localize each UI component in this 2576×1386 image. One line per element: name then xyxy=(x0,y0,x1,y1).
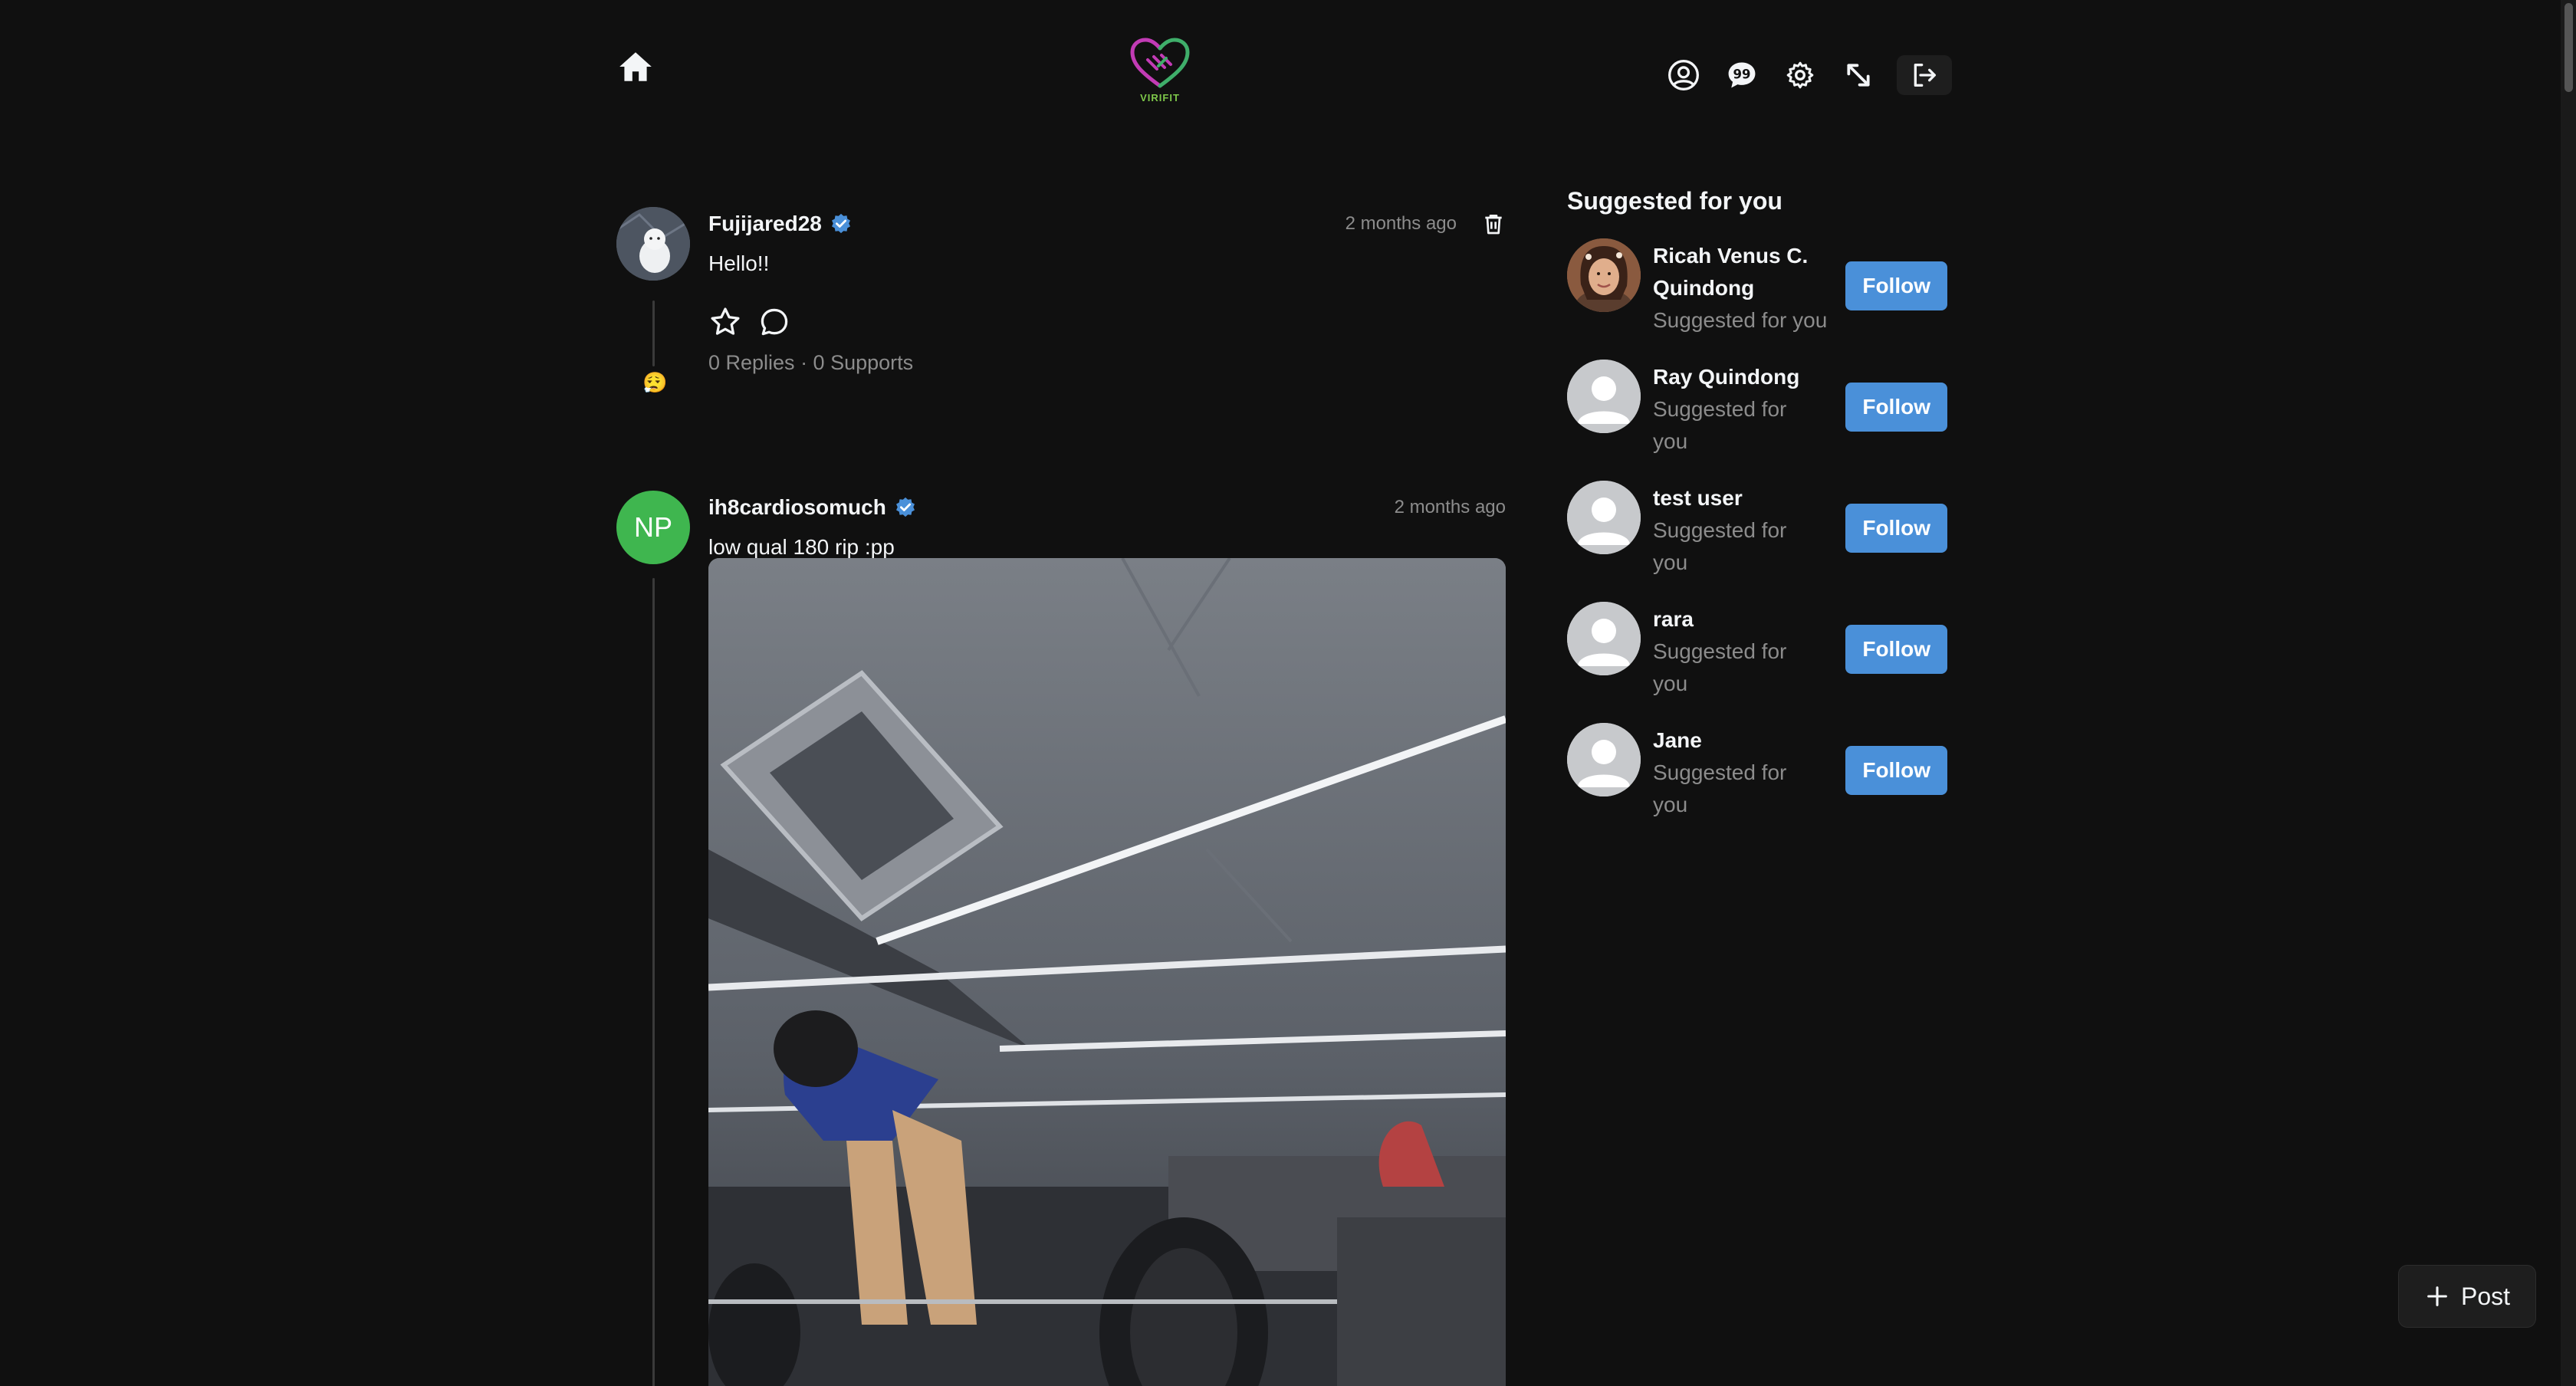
username[interactable]: Fujijared28 xyxy=(708,212,822,236)
new-post-label: Post xyxy=(2460,1282,2511,1310)
expand-icon[interactable] xyxy=(1837,54,1880,97)
suggestion-item: Ray Quindong Suggested for you Follow xyxy=(1567,360,1947,481)
logo-heart-icon xyxy=(1130,38,1190,88)
follow-button[interactable]: Follow xyxy=(1845,504,1947,553)
plus-icon xyxy=(2427,1286,2447,1306)
follow-button[interactable]: Follow xyxy=(1845,746,1947,795)
trash-icon[interactable] xyxy=(1481,210,1506,238)
avatar[interactable] xyxy=(616,207,690,281)
post-body: ih8cardiosomuch 2 months ago low qual 18… xyxy=(708,491,1506,560)
suggestion-subtitle: Suggested for you xyxy=(1653,639,1787,695)
suggestion-subtitle: Suggested for you xyxy=(1653,397,1787,453)
post-header: Fujijared28 2 months ago xyxy=(708,207,1506,241)
post-body: Fujijared28 2 months ago Hello!! 0 Repli… xyxy=(708,207,1506,375)
default-avatar-icon[interactable] xyxy=(1567,602,1641,675)
suggested-sidebar: Suggested for you Ricah Venus C. Quindon… xyxy=(1567,187,1947,844)
suggestion-text: Ray Quindong Suggested for you xyxy=(1653,361,1814,458)
suggestion-subtitle: Suggested for you xyxy=(1653,308,1828,332)
verified-badge-icon xyxy=(831,213,850,234)
post-actions xyxy=(708,305,1506,339)
post-text: low qual 180 rip :pp xyxy=(708,535,895,559)
logout-icon[interactable] xyxy=(1897,55,1952,95)
post-video[interactable] xyxy=(708,558,1506,1386)
thread-line xyxy=(652,578,655,1386)
sidebar-title: Suggested for you xyxy=(1567,187,1783,215)
scrollbar[interactable] xyxy=(2561,0,2576,1386)
default-avatar-icon[interactable] xyxy=(1567,360,1641,433)
timestamp: 2 months ago xyxy=(1345,213,1457,234)
comment-icon[interactable] xyxy=(757,305,791,339)
avatar[interactable]: NP xyxy=(616,491,690,564)
suggestion-item: rara Suggested for you Follow xyxy=(1567,602,1947,723)
follow-button[interactable]: Follow xyxy=(1845,383,1947,432)
suggestion-item: test user Suggested for you Follow xyxy=(1567,481,1947,602)
profile-icon[interactable] xyxy=(1662,54,1705,97)
app-logo[interactable]: VIRIFIT xyxy=(1125,37,1194,110)
nav-icons: 99 xyxy=(1662,54,1952,97)
suggestion-name[interactable]: Ricah Venus C. Quindong xyxy=(1653,240,1845,304)
logo-text: VIRIFIT xyxy=(1140,92,1180,103)
star-icon[interactable] xyxy=(708,305,742,339)
suggestion-name[interactable]: Ray Quindong xyxy=(1653,361,1814,393)
gym-photo xyxy=(708,558,1506,1386)
post-stats[interactable]: 0 Replies · 0 Supports xyxy=(708,351,1506,375)
top-bar: VIRIFIT 99 xyxy=(0,0,2576,146)
post-header: ih8cardiosomuch 2 months ago xyxy=(708,491,1506,524)
settings-icon[interactable] xyxy=(1779,54,1822,97)
reaction-emoji: 😮‍💨 xyxy=(642,371,668,394)
suggestion-item: Jane Suggested for you Follow xyxy=(1567,723,1947,844)
chat-icon[interactable]: 99 xyxy=(1720,54,1763,97)
suggestion-name[interactable]: Jane xyxy=(1653,724,1814,757)
suggestion-name[interactable]: test user xyxy=(1653,482,1814,514)
username[interactable]: ih8cardiosomuch xyxy=(708,495,886,520)
default-avatar-icon[interactable] xyxy=(1567,723,1641,796)
suggestion-subtitle: Suggested for you xyxy=(1653,760,1787,816)
post-text: Hello!! xyxy=(708,251,770,275)
svg-text:99: 99 xyxy=(1733,67,1751,82)
verified-badge-icon xyxy=(895,497,915,517)
home-icon[interactable] xyxy=(616,48,655,86)
avatar[interactable] xyxy=(1567,238,1641,312)
scrollbar-thumb[interactable] xyxy=(2564,3,2573,92)
default-avatar-icon[interactable] xyxy=(1567,481,1641,554)
suggestion-text: Ricah Venus C. Quindong Suggested for yo… xyxy=(1653,240,1845,337)
thread-line xyxy=(652,301,655,366)
suggestion-text: test user Suggested for you xyxy=(1653,482,1814,579)
new-post-button[interactable]: Post xyxy=(2398,1265,2536,1328)
post: 😮‍💨 Fujijared28 2 months ago Hello!! 0 R… xyxy=(616,207,1506,452)
suggestion-item: Ricah Venus C. Quindong Suggested for yo… xyxy=(1567,238,1947,360)
feed: 😮‍💨 Fujijared28 2 months ago Hello!! 0 R… xyxy=(616,207,1506,1386)
suggestion-text: rara Suggested for you xyxy=(1653,603,1814,700)
page: VIRIFIT 99 xyxy=(0,0,2576,1386)
post: NP ih8cardiosomuch 2 months ago low qual… xyxy=(616,491,1506,1386)
suggestion-text: Jane Suggested for you xyxy=(1653,724,1814,821)
suggestion-subtitle: Suggested for you xyxy=(1653,518,1787,574)
timestamp: 2 months ago xyxy=(1394,497,1506,517)
follow-button[interactable]: Follow xyxy=(1845,261,1947,310)
suggestion-name[interactable]: rara xyxy=(1653,603,1814,636)
follow-button[interactable]: Follow xyxy=(1845,625,1947,674)
